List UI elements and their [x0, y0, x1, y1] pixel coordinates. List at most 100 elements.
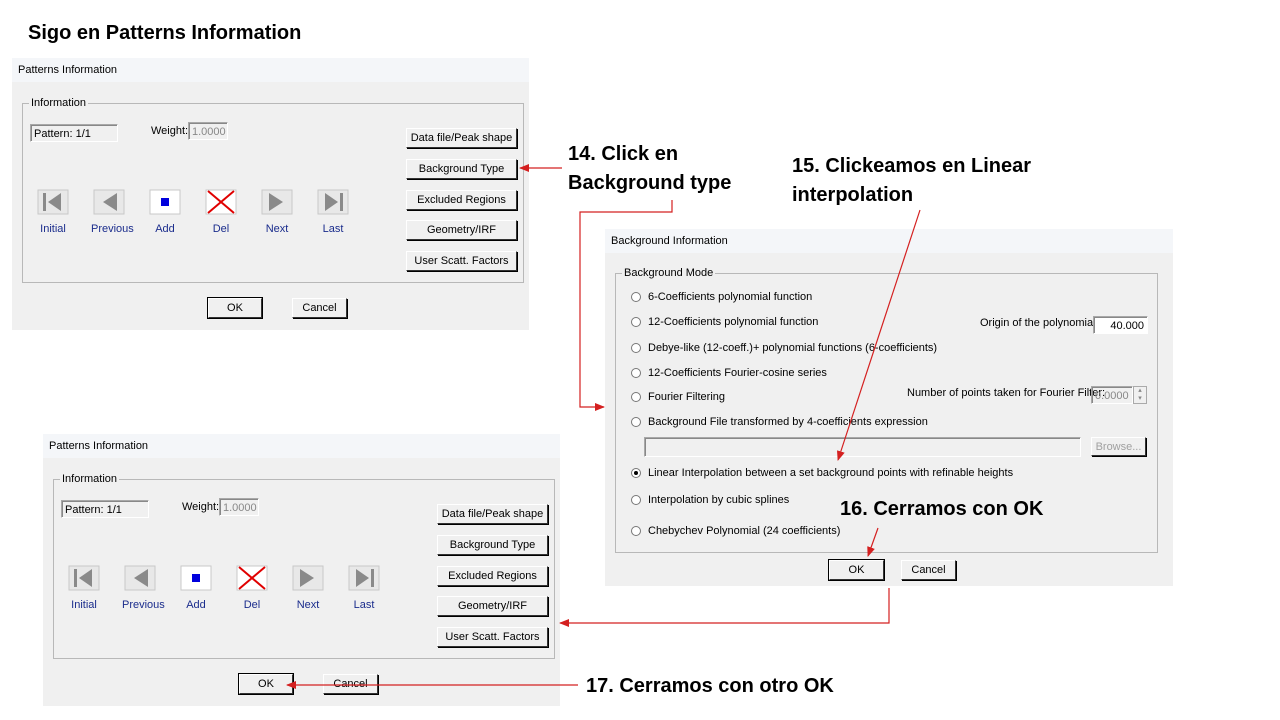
- geometry-irf-button[interactable]: Geometry/IRF: [406, 220, 517, 240]
- delete-icon: [236, 565, 268, 591]
- radio-button-selected[interactable]: [631, 468, 641, 478]
- step-17-note: 17. Cerramos con otro OK: [586, 675, 834, 697]
- nav-initial[interactable]: Initial: [66, 565, 102, 611]
- browse-button[interactable]: Browse...: [1091, 437, 1146, 456]
- nav-label: Previous: [91, 223, 134, 235]
- add-icon: [180, 565, 212, 591]
- dialog-title: Patterns Information: [18, 64, 118, 76]
- spin-up-icon: ▴: [1138, 387, 1142, 394]
- option-label: Interpolation by cubic splines: [648, 494, 790, 506]
- cancel-button[interactable]: Cancel: [323, 674, 378, 694]
- radio-button[interactable]: [631, 417, 641, 427]
- nav-label: Add: [155, 223, 175, 235]
- weight-label: Weight:: [151, 125, 189, 137]
- option-fourier-filtering[interactable]: Fourier Filtering: [631, 391, 725, 403]
- nav-last[interactable]: Last: [315, 189, 351, 235]
- option-label: 12-Coefficients polynomial function: [648, 316, 819, 328]
- option-linear-interpolation[interactable]: Linear Interpolation between a set backg…: [631, 467, 1013, 479]
- option-chebychev[interactable]: Chebychev Polynomial (24 coefficients): [631, 525, 840, 537]
- arrow-to-bottom-dialog: [559, 588, 890, 627]
- weight-field[interactable]: 1.0000: [188, 122, 228, 140]
- excluded-regions-button[interactable]: Excluded Regions: [406, 190, 517, 210]
- option-label: 12-Coefficients Fourier-cosine series: [648, 367, 827, 379]
- radio-button[interactable]: [631, 526, 641, 536]
- first-icon: [37, 189, 69, 215]
- background-file-input[interactable]: [644, 437, 1081, 457]
- nav-label: Previous: [122, 599, 165, 611]
- pattern-field: Pattern: 1/1: [30, 124, 118, 142]
- ok-button[interactable]: OK: [238, 673, 294, 695]
- nav-previous[interactable]: Previous: [91, 189, 134, 235]
- delete-icon: [205, 189, 237, 215]
- nav-del[interactable]: Del: [234, 565, 270, 611]
- spin-buttons[interactable]: ▴ ▾: [1133, 386, 1147, 404]
- nav-add[interactable]: Add: [147, 189, 183, 235]
- last-icon: [348, 565, 380, 591]
- radio-button[interactable]: [631, 292, 641, 302]
- information-group: Information Pattern: 1/1 Weight: 1.0000 …: [22, 97, 524, 283]
- ok-button[interactable]: OK: [828, 559, 885, 581]
- radio-button[interactable]: [631, 495, 641, 505]
- nav-label: Next: [265, 223, 289, 235]
- dialog-titlebar: Patterns Information: [12, 58, 529, 82]
- next-icon: [261, 189, 293, 215]
- option-cubic-splines[interactable]: Interpolation by cubic splines: [631, 494, 789, 506]
- nav-label: Add: [186, 599, 206, 611]
- nav-initial[interactable]: Initial: [35, 189, 71, 235]
- weight-field[interactable]: 1.0000: [219, 498, 259, 516]
- nav-label: Next: [296, 599, 320, 611]
- user-scatt-factors-button[interactable]: User Scatt. Factors: [437, 627, 548, 647]
- option-fourier-cosine[interactable]: 12-Coefficients Fourier-cosine series: [631, 367, 827, 379]
- option-label: Chebychev Polynomial (24 coefficients): [648, 525, 841, 537]
- option-debye-like[interactable]: Debye-like (12-coeff.)+ polynomial funct…: [631, 342, 937, 354]
- cancel-button[interactable]: Cancel: [901, 560, 956, 580]
- dialog-title: Background Information: [611, 235, 728, 247]
- nav-del[interactable]: Del: [203, 189, 239, 235]
- nav-last[interactable]: Last: [346, 565, 382, 611]
- nav-previous[interactable]: Previous: [122, 565, 165, 611]
- option-label: Debye-like (12-coeff.)+ polynomial funct…: [648, 342, 938, 354]
- radio-button[interactable]: [631, 343, 641, 353]
- fourier-points-label: Number of points taken for Fourier Filte…: [907, 387, 1106, 399]
- background-type-button[interactable]: Background Type: [406, 159, 517, 179]
- nav-label: Initial: [71, 599, 97, 611]
- patterns-dialog-bottom: Patterns Information Information Pattern…: [43, 434, 560, 706]
- option-6-coeff-polynomial[interactable]: 6-Coefficients polynomial function: [631, 291, 812, 303]
- option-12-coeff-polynomial[interactable]: 12-Coefficients polynomial function: [631, 316, 818, 328]
- ok-button[interactable]: OK: [207, 297, 263, 319]
- first-icon: [68, 565, 100, 591]
- option-label: Fourier Filtering: [648, 391, 726, 403]
- radio-button[interactable]: [631, 317, 641, 327]
- previous-icon: [124, 565, 156, 591]
- group-label: Background Mode: [622, 267, 716, 279]
- radio-button[interactable]: [631, 392, 641, 402]
- option-label: Linear Interpolation between a set backg…: [648, 467, 1014, 479]
- nav-label: Last: [322, 223, 344, 235]
- data-file-peak-shape-button[interactable]: Data file/Peak shape: [406, 128, 517, 148]
- nav-label: Del: [243, 599, 261, 611]
- origin-input[interactable]: 40.000: [1093, 316, 1148, 334]
- slide-title: Sigo en Patterns Information: [28, 22, 302, 44]
- pattern-field: Pattern: 1/1: [61, 500, 149, 518]
- nav-next[interactable]: Next: [290, 565, 326, 611]
- excluded-regions-button[interactable]: Excluded Regions: [437, 566, 548, 586]
- group-label: Information: [29, 97, 89, 109]
- cancel-button[interactable]: Cancel: [292, 298, 347, 318]
- fourier-points-input[interactable]: 0.0000: [1091, 386, 1133, 404]
- dialog-title: Patterns Information: [49, 440, 149, 452]
- nav-label: Last: [353, 599, 375, 611]
- group-label: Information: [60, 473, 120, 485]
- step-16-note: 16. Cerramos con OK: [840, 498, 1044, 520]
- user-scatt-factors-button[interactable]: User Scatt. Factors: [406, 251, 517, 271]
- option-background-file[interactable]: Background File transformed by 4-coeffic…: [631, 416, 928, 428]
- information-group: Information Pattern: 1/1 Weight: 1.0000 …: [53, 473, 555, 659]
- background-type-button[interactable]: Background Type: [437, 535, 548, 555]
- geometry-irf-button[interactable]: Geometry/IRF: [437, 596, 548, 616]
- background-information-dialog: Background Information Background Mode 6…: [605, 229, 1173, 586]
- nav-add[interactable]: Add: [178, 565, 214, 611]
- radio-button[interactable]: [631, 368, 641, 378]
- nav-next[interactable]: Next: [259, 189, 295, 235]
- data-file-peak-shape-button[interactable]: Data file/Peak shape: [437, 504, 548, 524]
- dialog-titlebar: Background Information: [605, 229, 1173, 253]
- previous-icon: [93, 189, 125, 215]
